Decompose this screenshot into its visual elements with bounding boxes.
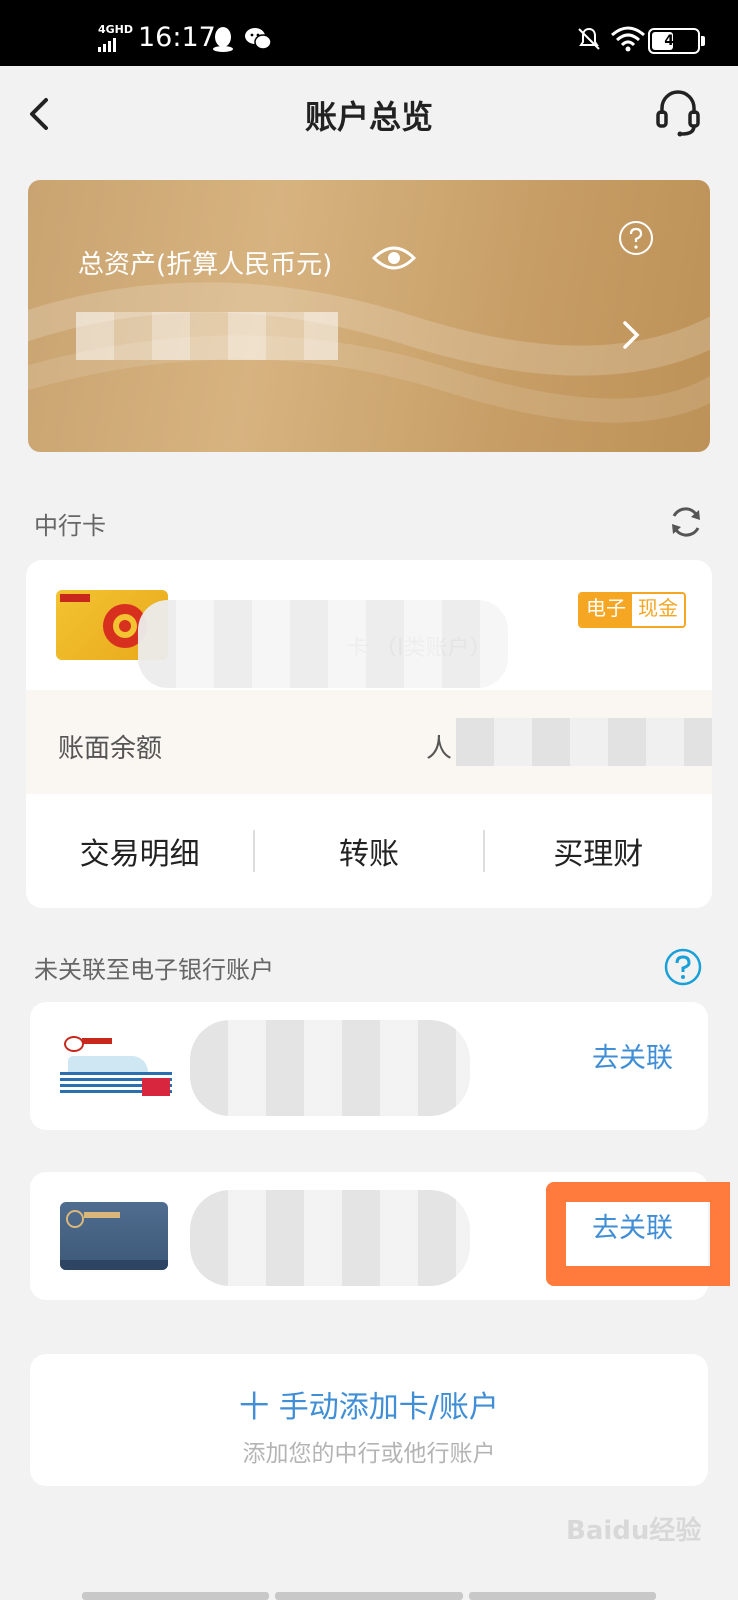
masked-balance [456,718,712,766]
mute-bell-icon [578,27,600,50]
transfer-button[interactable]: 转账 [255,829,482,873]
card-actions: 交易明细 转账 买理财 [26,794,712,908]
signal-icon [98,38,116,52]
wechat-icon [245,28,272,50]
boc-debit-card[interactable]: 电子 现金 卡 （Ⅰ类账户） 账面余额 人 交易明细 转账 买理财 [26,560,712,908]
clock: 16:17 [138,22,216,53]
question-blue-icon[interactable] [664,948,702,986]
refresh-icon[interactable] [668,504,704,540]
watermark: Baidu经验 [566,1516,702,1546]
app-header: 账户总览 [0,66,738,162]
add-account-subtitle: 添加您的中行或他行账户 [242,1441,496,1467]
unlinked-section-title: 未关联至电子银行账户 [34,956,274,984]
link-account-button[interactable]: 去关联 [592,1036,673,1075]
battery-icon: 44 [648,28,700,54]
balance-row: 账面余额 人 [26,690,712,794]
total-assets-label: 总资产(折算人民币元) [78,250,333,280]
balance-currency: 人 [426,734,453,764]
battery-level: 44 [664,33,684,49]
qq-icon [213,27,233,52]
masked-account-number [190,1020,470,1116]
wifi-icon [611,26,645,52]
chevron-right-icon[interactable] [620,318,642,352]
bank-card-image [60,1032,172,1102]
boc-card-section-title: 中行卡 [34,512,106,540]
add-account-card[interactable]: 十 手动添加卡/账户 添加您的中行或他行账户 [30,1354,708,1486]
system-nav-bar [82,1592,656,1600]
total-assets-card[interactable]: 总资产(折算人民币元) [28,180,710,452]
e-cash-badge: 电子 现金 [578,592,686,628]
status-bar: 4GHD 16:17 44 [0,0,738,66]
wealth-button[interactable]: 买理财 [485,829,712,873]
page-title: 账户总览 [304,98,433,136]
masked-card-number [138,600,508,688]
balance-label: 账面余额 [58,734,163,764]
unlinked-account-item[interactable]: 去关联 [30,1002,708,1130]
annotation-highlight-box [546,1182,730,1286]
transactions-button[interactable]: 交易明细 [26,829,253,873]
masked-account-number [190,1190,470,1286]
bank-card-image [60,1202,168,1270]
add-account-title: 十 手动添加卡/账户 [239,1390,499,1425]
eye-icon[interactable] [372,242,416,274]
question-icon[interactable] [618,220,654,256]
headset-icon[interactable] [654,88,702,140]
network-type: 4GHD [98,23,134,36]
masked-total-amount [76,312,338,360]
